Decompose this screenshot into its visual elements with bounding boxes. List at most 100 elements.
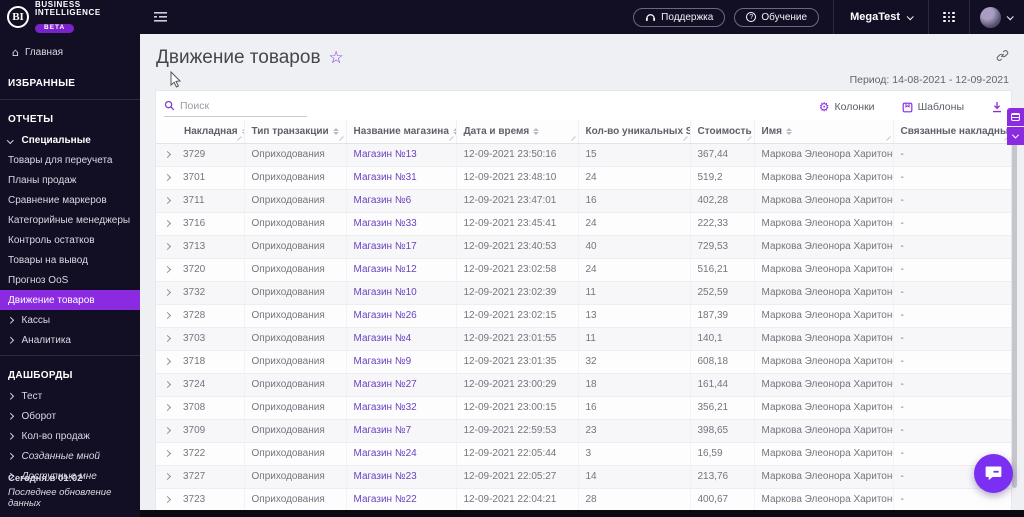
column-header-transaction-type[interactable]: Тип транзакции (244, 120, 347, 144)
store-link[interactable]: Магазин №12 (346, 258, 457, 282)
store-link[interactable]: Магазин №22 (346, 488, 457, 512)
column-header-related-invoices[interactable]: Связанные накладные (893, 120, 1011, 144)
row-expand-icon[interactable] (163, 403, 172, 412)
sidebar-item-category-managers[interactable]: Категорийные менеджеры (0, 210, 140, 230)
columns-label: Колонки (834, 101, 875, 113)
cell-related-invoices: - (893, 212, 1011, 236)
sidebar-item-label: Категорийные менеджеры (8, 214, 131, 226)
cell-invoice: 3701 (156, 166, 245, 190)
sort-icon[interactable] (533, 127, 540, 135)
support-button[interactable]: Поддержка (633, 7, 726, 27)
row-expand-icon[interactable] (163, 472, 172, 481)
store-link[interactable]: Магазин №6 (346, 189, 457, 213)
cell-unique-sku-count: 11 (578, 327, 691, 351)
store-link[interactable]: Магазин №23 (346, 465, 457, 489)
table-view-button[interactable] (1007, 108, 1024, 126)
sort-icon[interactable] (332, 127, 339, 135)
user-menu[interactable] (970, 6, 1024, 28)
store-link[interactable]: Магазин №33 (346, 212, 457, 236)
store-link[interactable]: Магазин №10 (346, 281, 457, 305)
favorite-star-icon[interactable]: ☆ (329, 48, 344, 68)
chevron-down-icon (906, 12, 914, 20)
training-button[interactable]: ? Обучение (734, 7, 820, 27)
row-expand-icon[interactable] (163, 495, 172, 504)
sidebar-item-test[interactable]: Тест (0, 386, 140, 406)
cell-unique-sku-count: 16 (578, 396, 691, 420)
sidebar-item-stock-control[interactable]: Контроль остатков (0, 230, 140, 250)
app-logo[interactable]: BI BUSINESS INTELLIGENCE BETA (0, 0, 140, 34)
row-expand-icon[interactable] (163, 242, 172, 251)
row-expand-icon[interactable] (163, 196, 172, 205)
table-row: 3718 Оприходования Магазин №9 12-09-2021 23… (156, 350, 1011, 374)
cell-transaction-type: Оприходования (244, 419, 347, 443)
sidebar-item-special-group[interactable]: Специальные (0, 130, 140, 150)
column-header-datetime[interactable]: Дата и время (456, 120, 579, 144)
beta-badge: BETA (35, 24, 75, 33)
templates-button[interactable]: Шаблоны (902, 101, 964, 113)
sidebar-item-markers-compare[interactable]: Сравнение маркеров (0, 190, 140, 210)
row-expand-icon[interactable] (163, 265, 172, 274)
chat-button[interactable] (974, 454, 1013, 493)
search-box[interactable] (164, 97, 307, 117)
apps-grid-button[interactable] (929, 11, 969, 23)
invoice-number: 3701 (183, 172, 206, 183)
column-header-cost[interactable]: Стоимость (690, 120, 755, 144)
download-button[interactable] (991, 101, 1003, 113)
row-expand-icon[interactable] (163, 219, 172, 228)
search-input[interactable] (180, 99, 298, 112)
sidebar-item-oos-forecast[interactable]: Прогноз OoS (0, 270, 140, 290)
sidebar-item-goods-withdrawal[interactable]: Товары на вывод (0, 250, 140, 270)
sidebar-item-turnover[interactable]: Оборот (0, 406, 140, 426)
sidebar-item-created-by-me[interactable]: Созданные мной (0, 446, 140, 466)
row-expand-icon[interactable] (163, 357, 172, 366)
sidebar-item-home[interactable]: ⌂ Главная (0, 40, 140, 64)
gear-icon: ⚙ (818, 100, 830, 114)
store-link[interactable]: Магазин №26 (346, 304, 457, 328)
workspace-selector[interactable]: MegaTest (834, 11, 928, 23)
sidebar: ⌂ Главная ИЗБРАННЫЕ ОТЧЕТЫ Специальные Товары… (0, 34, 140, 517)
copy-link-button[interactable] (996, 49, 1009, 67)
cell-name: Маркова Элеонора Харитоновна (754, 465, 894, 489)
sidebar-item-analytics[interactable]: Аналитика (0, 330, 140, 350)
column-label: Кол-во уникальных SKU (585, 125, 690, 137)
store-link[interactable]: Магазин №4 (346, 327, 457, 351)
sidebar-item-goods-recount[interactable]: Товары для переучета (0, 150, 140, 170)
sidebar-item-sales-count[interactable]: Кол-во продаж (0, 426, 140, 446)
row-expand-icon[interactable] (163, 449, 172, 458)
sidebar-item-sales-plans[interactable]: Планы продаж (0, 170, 140, 190)
store-link[interactable]: Магазин №27 (346, 373, 457, 397)
column-header-store-name[interactable]: Название магазина (346, 120, 457, 144)
store-link[interactable]: Магазин №7 (346, 419, 457, 443)
column-header-name[interactable]: Имя (754, 120, 894, 144)
row-expand-icon[interactable] (163, 426, 172, 435)
cell-unique-sku-count: 13 (578, 304, 691, 328)
table-row: 3703 Оприходования Магазин №4 12-09-2021 23… (156, 327, 1011, 351)
row-expand-icon[interactable] (163, 311, 172, 320)
row-expand-icon[interactable] (163, 288, 172, 297)
vertical-scrollbar[interactable] (1012, 140, 1017, 488)
sidebar-item-label: Контроль остатков (8, 234, 95, 246)
row-expand-icon[interactable] (163, 150, 172, 159)
row-expand-icon[interactable] (163, 173, 172, 182)
store-link[interactable]: Магазин №31 (346, 166, 457, 190)
store-link[interactable]: Магазин №24 (346, 442, 457, 466)
store-link[interactable]: Магазин №32 (346, 396, 457, 420)
cell-related-invoices: - (893, 166, 1011, 190)
cell-transaction-type: Оприходования (244, 396, 347, 420)
period-label: Период: 14-08-2021 - 12-09-2021 (849, 74, 1009, 86)
column-header-invoice[interactable]: Накладная (156, 120, 245, 144)
refresh-note: Последнее обновление данных (8, 487, 112, 509)
sidebar-item-goods-movement[interactable]: Движение товаров (0, 290, 140, 310)
horizontal-scrollbar[interactable] (140, 510, 1024, 517)
columns-button[interactable]: ⚙ Колонки (819, 101, 875, 113)
sidebar-item-cash-registers[interactable]: Кассы (0, 310, 140, 330)
row-expand-icon[interactable] (163, 380, 172, 389)
column-header-unique-sku-count[interactable]: Кол-во уникальных SKU (578, 120, 691, 144)
sort-icon[interactable] (785, 127, 792, 135)
store-link[interactable]: Магазин №13 (346, 143, 457, 167)
collapse-panel-button[interactable] (1007, 127, 1024, 145)
row-expand-icon[interactable] (163, 334, 172, 343)
sidebar-toggle-button[interactable] (154, 11, 168, 23)
store-link[interactable]: Магазин №9 (346, 350, 457, 374)
store-link[interactable]: Магазин №17 (346, 235, 457, 259)
